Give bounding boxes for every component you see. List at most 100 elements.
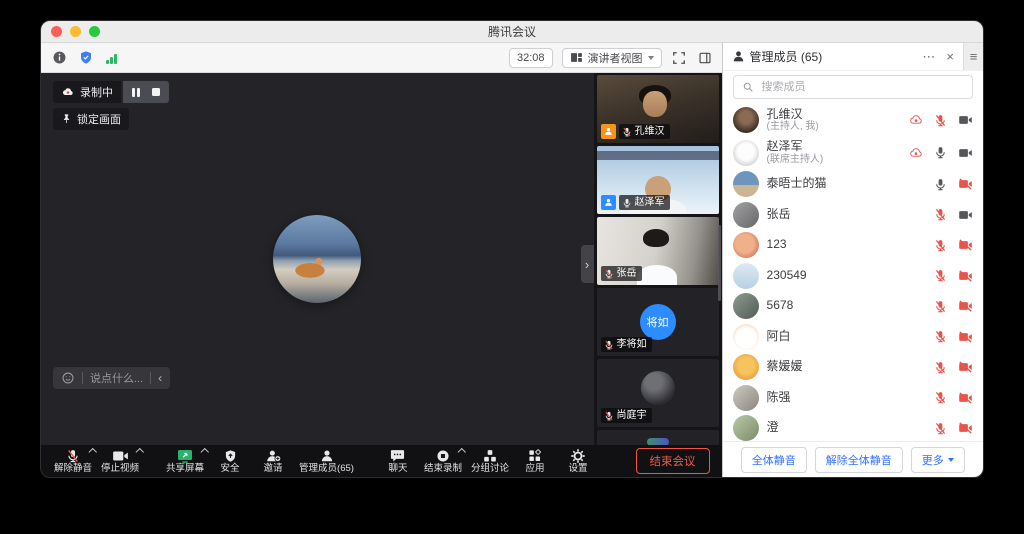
mic-muted-icon[interactable] — [934, 361, 947, 374]
mic-muted-icon[interactable] — [934, 208, 947, 221]
unmute-all-button[interactable]: 解除全体静音 — [815, 447, 903, 473]
invite-button[interactable]: 邀请 — [256, 446, 290, 476]
collapse-strip-handle[interactable]: › — [581, 245, 594, 283]
video-tile[interactable]: 孔维汉 — [597, 75, 719, 143]
member-row[interactable]: 澄 — [733, 413, 973, 441]
member-row[interactable]: 123 — [733, 230, 973, 261]
member-avatar — [733, 354, 759, 380]
video-tile[interactable]: 张岳 — [597, 217, 719, 285]
side-panel-toggle-icon[interactable] — [697, 49, 714, 66]
member-row[interactable]: 蔡媛媛 — [733, 352, 973, 383]
stop-video-button[interactable]: 停止视频 — [101, 446, 139, 476]
member-row[interactable]: 张岳 — [733, 200, 973, 231]
zoom-window-button[interactable] — [89, 26, 100, 37]
member-row[interactable]: 阿白 — [733, 322, 973, 353]
title-bar: 腾讯会议 — [41, 21, 983, 43]
button-label: 全体静音 — [752, 452, 796, 468]
toolbar-item-label: 结束录制 — [424, 464, 462, 474]
chevron-up-icon[interactable] — [200, 448, 208, 456]
lock-view-button[interactable]: 锁定画面 — [53, 108, 129, 130]
member-row[interactable]: 230549 — [733, 261, 973, 292]
member-name: 孔维汉 — [767, 108, 819, 122]
chevron-up-icon[interactable] — [458, 448, 466, 456]
mic-muted-icon[interactable] — [934, 422, 947, 435]
camera-on-icon[interactable] — [958, 114, 973, 126]
camera-off-icon[interactable] — [958, 270, 973, 282]
panel-close-icon[interactable]: × — [943, 50, 957, 63]
camera-off-icon[interactable] — [958, 392, 973, 404]
member-row[interactable]: 5678 — [733, 291, 973, 322]
window-title: 腾讯会议 — [41, 23, 983, 40]
mic-muted-icon[interactable] — [934, 269, 947, 282]
chevron-down-icon — [648, 56, 654, 63]
button-label: 更多 — [922, 452, 944, 468]
mic-on-icon[interactable] — [934, 178, 947, 191]
apps-button[interactable]: 应用 — [518, 446, 552, 476]
quick-chat-bar[interactable]: 说点什么... ‹ — [53, 367, 170, 389]
participant-name: 李将如 — [617, 339, 647, 351]
minimize-window-button[interactable] — [70, 26, 81, 37]
member-avatar — [733, 415, 759, 441]
view-mode-selector[interactable]: 演讲者视图 — [562, 48, 662, 68]
mic-muted-icon — [622, 127, 632, 137]
security-shield-icon[interactable] — [77, 49, 94, 66]
video-tile[interactable]: 赵泽军 — [597, 146, 719, 214]
meeting-info-icon[interactable] — [51, 49, 68, 66]
stop-recording-button[interactable] — [152, 88, 160, 96]
end-meeting-button[interactable]: 结束会议 — [636, 448, 710, 474]
video-tile[interactable]: 将如李将如 — [597, 288, 719, 356]
mic-muted-icon[interactable] — [934, 330, 947, 343]
mic-muted-icon[interactable] — [934, 114, 947, 127]
participant-video-strip: 孔维汉赵泽军张岳将如李将如尚庭宇 — [594, 73, 722, 445]
video-tile[interactable]: 尚庭宇 — [597, 359, 719, 427]
more-button[interactable]: 更多 — [911, 447, 965, 473]
chevron-down-icon — [948, 458, 954, 465]
security-shield-icon — [224, 448, 237, 463]
panel-more-icon[interactable]: ⋯ — [919, 50, 938, 63]
camera-off-icon[interactable] — [958, 331, 973, 343]
camera-off-icon[interactable] — [958, 361, 973, 373]
mic-on-icon[interactable] — [934, 146, 947, 159]
cloud-recording-icon — [61, 86, 75, 98]
panel-menu-icon[interactable]: ≡ — [963, 43, 983, 70]
member-row[interactable]: 泰晤士的猫 — [733, 169, 973, 200]
member-row[interactable]: 赵泽军(联席主持人) — [733, 137, 973, 170]
search-members-input[interactable] — [760, 80, 964, 94]
share-screen-button[interactable]: 共享屏幕 — [166, 446, 204, 476]
member-avatar — [733, 202, 759, 228]
camera-off-icon[interactable] — [958, 422, 973, 434]
security-button[interactable]: 安全 — [213, 446, 247, 476]
camera-on-icon[interactable] — [958, 147, 973, 159]
close-window-button[interactable] — [51, 26, 62, 37]
chevron-up-icon[interactable] — [88, 448, 96, 456]
pause-recording-button[interactable] — [132, 88, 140, 97]
settings-button[interactable]: 设置 — [561, 446, 595, 476]
member-role: (主持人, 我) — [767, 121, 819, 133]
member-row[interactable]: 孔维汉(主持人, 我) — [733, 104, 973, 137]
manage-members-button[interactable]: 管理成员(65) — [299, 446, 354, 476]
camera-icon — [112, 448, 129, 463]
stop-recording-button[interactable]: 结束录制 — [424, 446, 462, 476]
mute-all-button[interactable]: 全体静音 — [741, 447, 807, 473]
cohost-badge-icon — [601, 195, 616, 210]
view-mode-label: 演讲者视图 — [588, 50, 643, 66]
unmute-button[interactable]: 解除静音 — [54, 446, 92, 476]
strip-scrollbar[interactable] — [718, 225, 721, 301]
collapse-chat-icon[interactable]: ‹ — [158, 372, 162, 384]
chat-button[interactable]: 聊天 — [381, 446, 415, 476]
mic-muted-icon[interactable] — [934, 239, 947, 252]
camera-off-icon[interactable] — [958, 300, 973, 312]
layout-icon — [570, 51, 583, 64]
mic-muted-icon[interactable] — [934, 300, 947, 313]
meeting-timer: 32:08 — [509, 48, 553, 68]
camera-off-icon[interactable] — [958, 239, 973, 251]
breakout-rooms-button[interactable]: 分组讨论 — [471, 446, 509, 476]
camera-off-icon[interactable] — [958, 178, 973, 190]
video-tile[interactable] — [597, 430, 719, 445]
network-signal-icon[interactable] — [103, 52, 120, 64]
mic-muted-icon[interactable] — [934, 391, 947, 404]
member-row[interactable]: 陈强 — [733, 383, 973, 414]
camera-on-icon[interactable] — [958, 209, 973, 221]
chevron-up-icon[interactable] — [135, 448, 143, 456]
fullscreen-icon[interactable] — [671, 49, 688, 66]
